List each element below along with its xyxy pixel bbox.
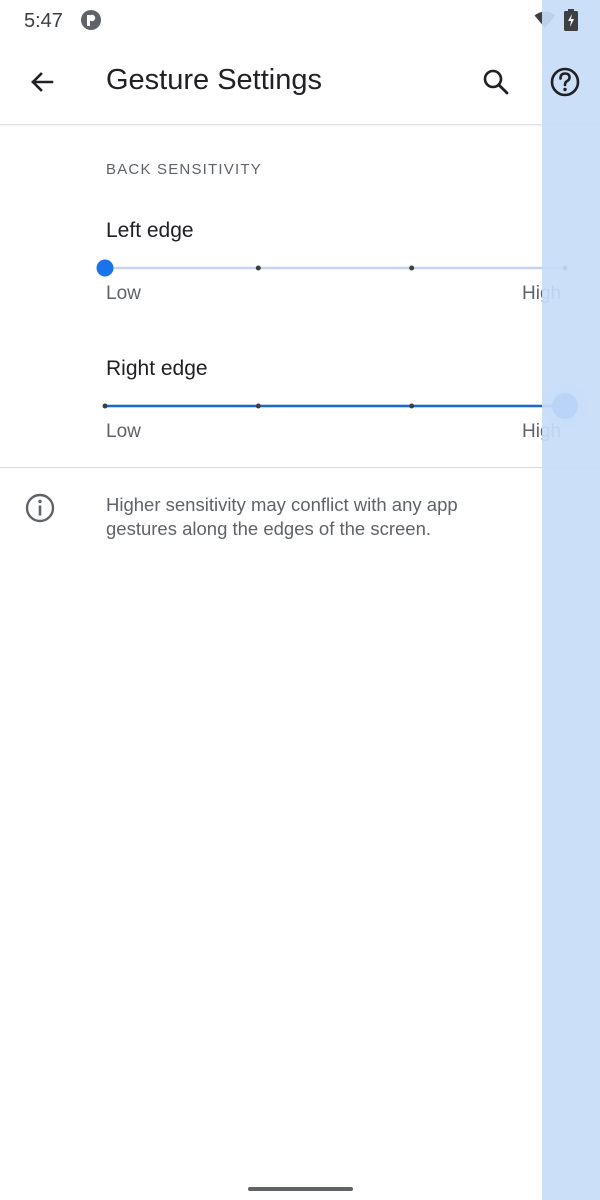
right-edge-high-label: High	[522, 421, 562, 442]
left-edge-high-label: High	[522, 283, 562, 304]
slider-tick-mark	[255, 265, 261, 271]
search-icon[interactable]	[476, 62, 516, 102]
slider-tick-mark	[409, 403, 415, 409]
app-bar: Gesture Settings	[0, 40, 600, 125]
battery-charging-icon	[564, 9, 578, 31]
divider	[0, 467, 600, 468]
status-bar: 5:47	[0, 0, 600, 40]
right-edge-low-label: Low	[106, 421, 141, 442]
arrow-back-icon[interactable]	[22, 62, 62, 102]
status-time: 5:47	[24, 10, 63, 32]
help-icon[interactable]	[546, 62, 586, 102]
slider-tick-mark	[562, 265, 568, 271]
slider-thumb[interactable]	[96, 259, 114, 277]
slider-tick-mark	[409, 265, 415, 271]
wifi-icon	[534, 11, 556, 28]
section-header: BACK SENSITIVITY	[106, 161, 262, 178]
right-edge-slider[interactable]	[90, 383, 590, 429]
info-icon	[25, 493, 55, 523]
gesture-nav-handle[interactable]	[248, 1187, 353, 1191]
slider-thumb[interactable]	[552, 393, 578, 419]
slider-tick-mark	[102, 403, 108, 409]
edge-sensitivity-overlay	[542, 0, 600, 1200]
page-title: Gesture Settings	[106, 64, 322, 96]
app-notification-icon	[81, 10, 101, 30]
right-edge-title: Right edge	[106, 357, 208, 380]
left-edge-title: Left edge	[106, 219, 194, 242]
left-edge-low-label: Low	[106, 283, 141, 304]
info-text: Higher sensitivity may conflict with any…	[106, 494, 458, 539]
left-edge-slider[interactable]	[90, 248, 590, 288]
slider-tick-mark	[255, 403, 261, 409]
